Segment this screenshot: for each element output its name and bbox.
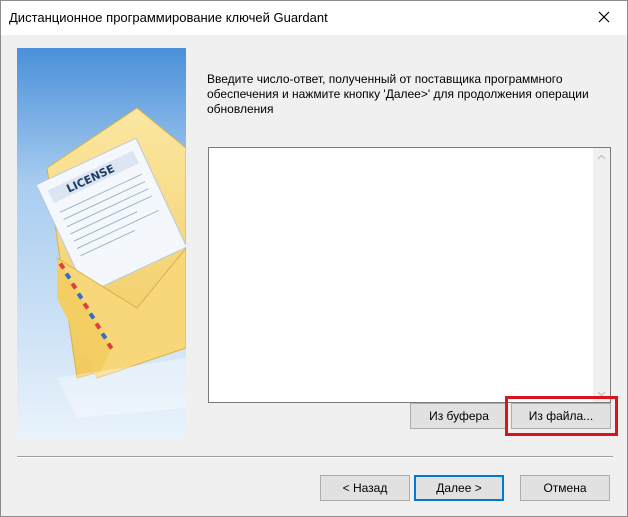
- dialog-window: Дистанционное программирование ключей Gu…: [0, 0, 628, 517]
- vertical-scrollbar[interactable]: [593, 148, 610, 402]
- close-icon: [598, 11, 610, 26]
- response-input[interactable]: [209, 148, 593, 402]
- response-field-container: [208, 147, 611, 403]
- highlight-frame: [505, 396, 618, 436]
- back-button[interactable]: < Назад: [320, 475, 410, 501]
- wizard-banner-image: LICENSE: [17, 48, 186, 440]
- window-title: Дистанционное программирование ключей Gu…: [9, 10, 328, 25]
- next-button[interactable]: Далее >: [414, 475, 504, 501]
- close-button[interactable]: [581, 1, 627, 35]
- title-bar[interactable]: Дистанционное программирование ключей Gu…: [1, 1, 627, 35]
- separator: [17, 456, 613, 458]
- instruction-text: Введите число-ответ, полученный от поста…: [207, 72, 589, 116]
- from-clipboard-button[interactable]: Из буфера: [410, 403, 508, 429]
- cancel-button[interactable]: Отмена: [520, 475, 610, 501]
- scroll-up-icon[interactable]: [593, 148, 610, 165]
